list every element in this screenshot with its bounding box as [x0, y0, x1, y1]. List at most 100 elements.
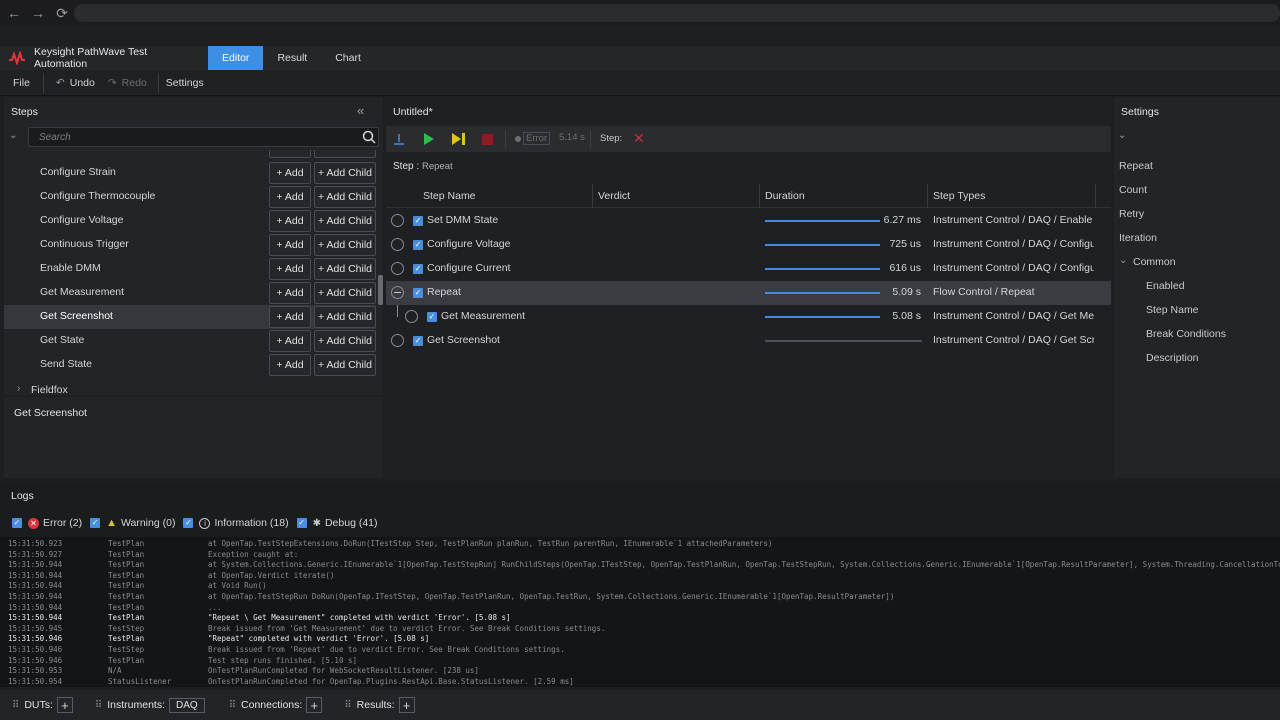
add-button[interactable]: + Add — [269, 258, 311, 280]
add-child-button[interactable]: + Add Child — [314, 162, 376, 184]
enabled-checkbox[interactable]: ✓ — [413, 264, 423, 274]
enabled-checkbox[interactable]: ✓ — [413, 216, 423, 226]
prop-group-common[interactable]: Common — [1133, 256, 1176, 268]
add-connection-button[interactable]: + — [306, 697, 323, 713]
prop-repeat[interactable]: Repeat — [1119, 160, 1153, 172]
enabled-checkbox[interactable]: ✓ — [427, 312, 437, 322]
undo-button[interactable]: ↶ Undo — [56, 77, 95, 89]
tab-chart[interactable]: Chart — [321, 46, 375, 70]
forward-icon[interactable]: → — [28, 3, 48, 23]
group-fieldfox[interactable]: Fieldfox — [31, 384, 68, 396]
step-library-item[interactable]: Continuous Trigger + Add + Add Child — [4, 233, 376, 257]
settings-menu[interactable]: Settings — [166, 77, 204, 89]
filter-debug[interactable]: ✓ ✱ Debug (41) — [296, 517, 378, 529]
filter-information[interactable]: ✓ i Information (18) — [183, 517, 289, 529]
add-child-button[interactable]: + Add Child — [314, 282, 376, 304]
prop-break-conditions[interactable]: Break Conditions — [1146, 328, 1226, 340]
add-button[interactable]: + Add — [269, 330, 311, 352]
add-child-button[interactable]: + Add Child — [314, 330, 376, 352]
close-icon[interactable]: ✕ — [633, 130, 645, 147]
add-button[interactable]: + Add — [269, 234, 311, 256]
enabled-checkbox[interactable]: ✓ — [413, 240, 423, 250]
add-child-button[interactable]: + Add Child — [314, 306, 376, 328]
row-circle-icon[interactable] — [391, 214, 404, 227]
checkbox-icon[interactable]: ✓ — [90, 518, 101, 528]
file-menu[interactable]: File — [13, 77, 30, 89]
step-forward-icon[interactable] — [452, 133, 465, 145]
add-button[interactable]: + Add — [269, 162, 311, 184]
drag-handle-icon[interactable]: ⠿ — [95, 700, 102, 711]
add-result-button[interactable]: + — [398, 697, 415, 713]
tab-editor[interactable]: Editor — [208, 46, 264, 70]
add-button[interactable]: + Add — [269, 210, 311, 232]
chevron-right-icon[interactable]: › — [17, 383, 20, 394]
row-circle-icon[interactable] — [405, 310, 418, 323]
plan-row[interactable]: ✓ Repeat 5.09 s Flow Control / Repeat — [386, 281, 1111, 305]
step-library-item[interactable]: Send State + Add + Add Child — [4, 353, 376, 377]
step-library-item[interactable]: Configure Thermocouple + Add + Add Child — [4, 185, 376, 209]
search-icon[interactable] — [362, 130, 376, 144]
prop-retry[interactable]: Retry — [1119, 208, 1144, 220]
add-button[interactable]: + Add — [269, 186, 311, 208]
add-child-button[interactable] — [314, 150, 376, 158]
prop-count[interactable]: Count — [1119, 184, 1147, 196]
step-library-item[interactable]: Configure Voltage + Add + Add Child — [4, 209, 376, 233]
row-circle-icon[interactable] — [391, 262, 404, 275]
plan-row[interactable]: ✓ Configure Voltage 725 us Instrument Contr… — [386, 233, 1111, 257]
search-input[interactable]: Search — [28, 127, 379, 147]
tab-result[interactable]: Result — [263, 46, 321, 70]
add-child-button[interactable]: + Add Child — [314, 210, 376, 232]
drag-handle-icon[interactable]: ⠿ — [344, 700, 351, 711]
address-bar[interactable] — [74, 4, 1280, 22]
row-circle-icon[interactable] — [391, 238, 404, 251]
add-child-button[interactable]: + Add Child — [314, 234, 376, 256]
instrument-tag[interactable]: DAQ — [169, 697, 205, 713]
enabled-checkbox[interactable]: ✓ — [413, 336, 423, 346]
col-verdict[interactable]: Verdict — [598, 184, 630, 208]
plan-row[interactable]: ✓ Get Measurement 5.08 s Instrument Control… — [386, 305, 1111, 329]
collapse-icon[interactable]: « — [357, 103, 364, 118]
step-library-item[interactable]: Configure Strain + Add + Add Child — [4, 161, 376, 185]
checkbox-icon[interactable]: ✓ — [183, 518, 194, 528]
step-library-item[interactable]: Enable DMM + Add + Add Child — [4, 257, 376, 281]
reload-icon[interactable]: ⟳ — [52, 3, 72, 23]
row-circle-icon[interactable] — [391, 334, 404, 347]
add-child-button[interactable]: + Add Child — [314, 258, 376, 280]
chevron-down-icon[interactable]: ⌄ — [1119, 255, 1127, 266]
plan-row[interactable]: ✓ Configure Current 616 us Instrument Contr… — [386, 257, 1111, 281]
add-button[interactable]: + Add — [269, 282, 311, 304]
step-library-item[interactable]: Get Screenshot + Add + Add Child — [4, 305, 376, 329]
steps-scrollbar[interactable] — [378, 275, 383, 305]
checkbox-icon[interactable]: ✓ — [12, 518, 22, 528]
filter-warning[interactable]: ✓ ▲ Warning (0) — [90, 517, 175, 529]
enabled-checkbox[interactable]: ✓ — [413, 288, 423, 298]
add-child-button[interactable]: + Add Child — [314, 186, 376, 208]
collapse-circle-icon[interactable] — [391, 286, 404, 299]
drag-handle-icon[interactable]: ⠿ — [12, 700, 19, 711]
stop-icon[interactable] — [482, 134, 493, 145]
add-button[interactable] — [269, 150, 311, 158]
redo-button[interactable]: ↷ Redo — [108, 77, 147, 89]
plan-row[interactable]: ✓ Get Screenshot Instrument Control / DAQ … — [386, 329, 1111, 353]
chevron-down-icon[interactable]: ⌄ — [1118, 130, 1126, 141]
prop-step-name[interactable]: Step Name — [1146, 304, 1199, 316]
plan-row[interactable]: ✓ Set DMM State 6.27 ms Instrument Control … — [386, 209, 1111, 233]
run-icon[interactable] — [423, 133, 435, 145]
back-icon[interactable]: ← — [4, 3, 24, 23]
add-button[interactable]: + Add — [269, 354, 311, 376]
add-button[interactable]: + Add — [269, 306, 311, 328]
drag-handle-icon[interactable]: ⠿ — [229, 700, 236, 711]
chevron-down-icon[interactable]: ⌄ — [9, 130, 17, 141]
prop-description[interactable]: Description — [1146, 352, 1199, 364]
prop-iteration[interactable]: Iteration — [1119, 232, 1157, 244]
col-step-types[interactable]: Step Types — [933, 184, 985, 208]
download-icon[interactable] — [393, 132, 405, 146]
step-library-item[interactable]: Get Measurement + Add + Add Child — [4, 281, 376, 305]
add-dut-button[interactable]: + — [56, 697, 73, 713]
step-library-item[interactable]: Get State + Add + Add Child — [4, 329, 376, 353]
checkbox-icon[interactable]: ✓ — [296, 518, 307, 528]
add-child-button[interactable]: + Add Child — [314, 354, 376, 376]
filter-error[interactable]: ✓ ✕ Error (2) — [12, 517, 82, 529]
col-step-name[interactable]: Step Name — [423, 184, 476, 208]
prop-enabled[interactable]: Enabled — [1146, 280, 1185, 292]
